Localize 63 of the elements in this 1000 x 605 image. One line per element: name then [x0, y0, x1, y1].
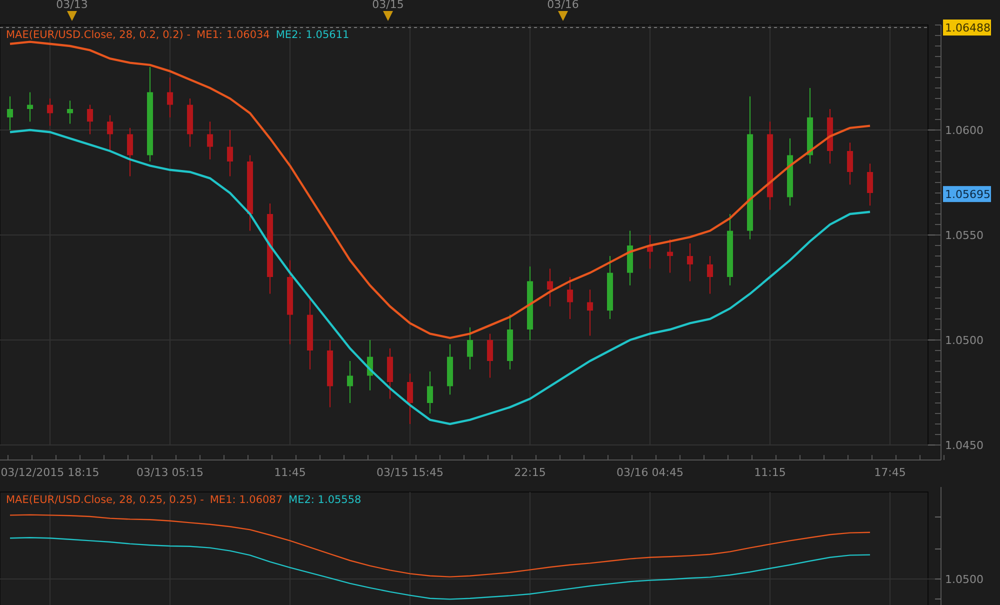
candlestick [347, 360, 353, 404]
candlestick [387, 348, 393, 400]
candlestick [87, 104, 93, 135]
candlestick [407, 373, 413, 424]
me1-value: 1.06034 [226, 29, 270, 41]
candlestick [587, 289, 593, 336]
time-axis-label: 03/16 04:45 [616, 466, 684, 479]
time-axis-label: 03/13 05:15 [136, 466, 204, 479]
time-axis-label: 11:45 [274, 466, 306, 479]
candlestick [327, 340, 333, 408]
time-axis-label: 17:45 [874, 466, 906, 479]
series-name: ME1: [196, 29, 222, 41]
date-label: 03/13 [56, 0, 88, 11]
candlestick [827, 108, 833, 164]
me1-value: ME1: 1.06087 [210, 494, 283, 506]
time-axis-label: 03/12/2015 18:15 [0, 466, 100, 479]
price-axis-label: 1.0600 [945, 124, 984, 137]
last-price-label: 1.05695 [943, 186, 991, 202]
indicator-name: MAE(EUR/USD.Close, 28, 0.2, 0.2) - [6, 29, 191, 41]
candlestick [547, 268, 553, 307]
time-axis-label: 03/15 15:45 [376, 466, 444, 479]
candlestick [187, 98, 193, 148]
candlestick [707, 256, 713, 294]
candlestick [207, 121, 213, 160]
candlestick [647, 234, 653, 270]
me2-value: 1.05611 [306, 29, 350, 41]
candlestick [867, 163, 873, 206]
candlestick [487, 333, 493, 378]
price-axis-label: 1.0550 [945, 229, 984, 242]
candlestick [107, 114, 113, 152]
indicator-name: MAE(EUR/USD.Close, 28, 0.25, 0.25) - [6, 494, 204, 506]
candlestick [687, 242, 693, 282]
candlestick [67, 100, 73, 124]
time-axis-label: 22:15 [514, 466, 546, 479]
date-label: 03/16 [547, 0, 579, 11]
high-price-label: 1.06488 [943, 20, 991, 36]
time-axis-label: 11:15 [754, 466, 786, 479]
me2-value: ME2: 1.05558 [288, 494, 362, 506]
candlestick [447, 344, 453, 396]
candlestick [127, 127, 133, 177]
price-axis-label: 1.0500 [945, 334, 984, 347]
candlestick [787, 138, 793, 206]
candlestick [7, 96, 13, 130]
session-marker-icon [383, 11, 393, 21]
candlestick [467, 326, 473, 370]
date-label: 03/15 [372, 0, 404, 11]
candlestick [607, 256, 613, 320]
series-name: ME2: [276, 29, 302, 41]
candlestick [167, 77, 173, 118]
session-marker-icon [67, 11, 77, 21]
price-axis-label: 1.0450 [945, 439, 984, 452]
indicator-axis-label: 1.0500 [945, 573, 984, 586]
candlestick [667, 238, 673, 274]
candlestick [507, 314, 513, 370]
candlestick [627, 230, 633, 286]
candlestick [847, 142, 853, 186]
candlestick [47, 98, 53, 126]
candlestick [367, 340, 373, 391]
candlestick [567, 276, 573, 320]
candlestick [27, 92, 33, 122]
candlestick [227, 130, 233, 177]
candlestick [427, 371, 433, 414]
session-marker-icon [558, 11, 568, 21]
